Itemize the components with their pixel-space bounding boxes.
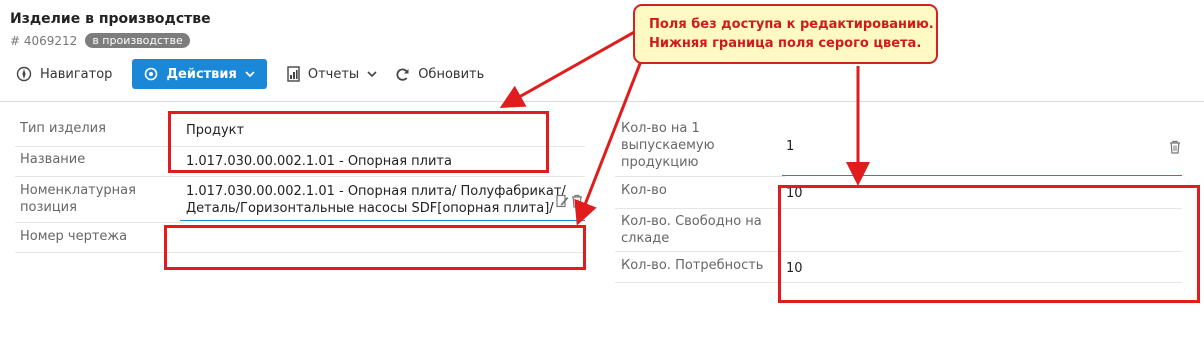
annotation-line1: Поля без доступа к редактированию. — [649, 17, 934, 32]
annotation-arrows — [499, 28, 870, 226]
annotation-line2: Нижняя граница поля серого цвета. — [649, 36, 922, 51]
annotation-callout: Поля без доступа к редактированию. Нижня… — [633, 4, 938, 64]
